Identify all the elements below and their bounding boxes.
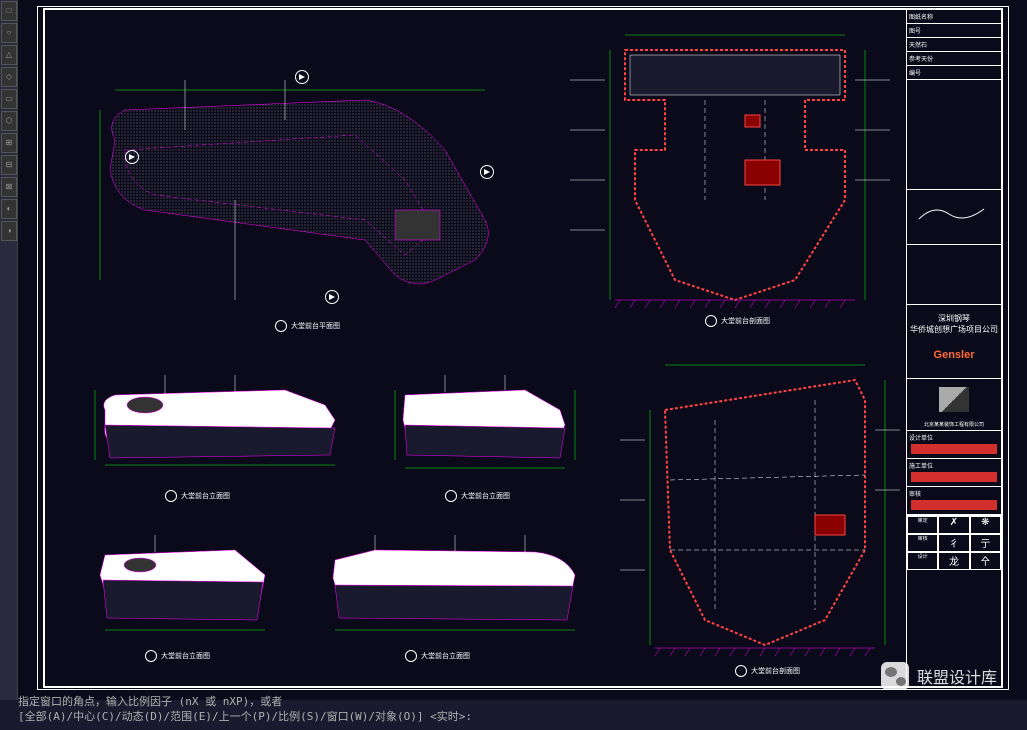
left-toolbar: □ ○ △ ◇ ▭ ⬡ ⊞ ⊟ ⊠ ◐ ◑ bbox=[0, 0, 18, 700]
tool-button[interactable]: ⊠ bbox=[1, 177, 17, 197]
section-marker bbox=[125, 150, 139, 164]
drawing-canvas[interactable]: 大堂前台平面图 bbox=[18, 0, 1027, 700]
tb-row: 编号 bbox=[907, 66, 1001, 80]
tb-row: 天然石 bbox=[907, 38, 1001, 52]
view-title: 大堂前台剖面图 bbox=[735, 665, 800, 677]
elevation-view-4 bbox=[315, 530, 595, 640]
wechat-icon bbox=[881, 662, 909, 690]
elevation-view-2 bbox=[385, 370, 585, 480]
tb-row: 参考天份 bbox=[907, 52, 1001, 66]
section-view-2 bbox=[615, 350, 905, 670]
view-title: 大堂前台立面图 bbox=[445, 490, 510, 502]
company-logo bbox=[907, 379, 1001, 419]
tool-button[interactable]: □ bbox=[1, 1, 17, 21]
tb-row: 图纸名称 bbox=[907, 10, 1001, 24]
tool-button[interactable]: ⬡ bbox=[1, 111, 17, 131]
tool-button[interactable]: △ bbox=[1, 45, 17, 65]
tool-button[interactable]: ◑ bbox=[1, 221, 17, 241]
stamp-grid: 审定 ✗ ❋ 审核 彳 亍 设计 龙 㐃 bbox=[907, 515, 1001, 570]
tb-row: 图号 bbox=[907, 24, 1001, 38]
tool-button[interactable]: ⊞ bbox=[1, 133, 17, 153]
watermark: 联盟设计库 bbox=[881, 662, 997, 690]
tool-button[interactable]: ⊟ bbox=[1, 155, 17, 175]
section-marker bbox=[325, 290, 339, 304]
info-row: 设计单位 bbox=[907, 431, 1001, 459]
view-title: 大堂前台剖面图 bbox=[705, 315, 770, 327]
view-title: 大堂前台立面图 bbox=[405, 650, 470, 662]
tool-button[interactable]: ◇ bbox=[1, 67, 17, 87]
signature-box bbox=[907, 190, 1001, 245]
tool-button[interactable]: ◐ bbox=[1, 199, 17, 219]
plan-view bbox=[85, 80, 515, 310]
drawing-frame: 大堂前台平面图 bbox=[43, 8, 1003, 688]
view-title: 大堂前台立面图 bbox=[145, 650, 210, 662]
tool-button[interactable]: ○ bbox=[1, 23, 17, 43]
view-title: 大堂前台立面图 bbox=[165, 490, 230, 502]
section-marker bbox=[480, 165, 494, 179]
info-row: 施工单位 bbox=[907, 459, 1001, 487]
elevation-view-1 bbox=[85, 370, 355, 480]
section-marker bbox=[295, 70, 309, 84]
section-view-1 bbox=[565, 20, 895, 310]
info-row: 审核 bbox=[907, 487, 1001, 515]
view-title: 大堂前台平面图 bbox=[275, 320, 340, 332]
brand-logo: Gensler bbox=[907, 343, 1001, 367]
project-name: 深圳钢琴 华侨城创想广场项目公司 bbox=[907, 305, 1001, 343]
elevation-view-3 bbox=[85, 530, 285, 640]
drawing-area: 大堂前台平面图 bbox=[45, 10, 908, 686]
command-line[interactable]: 指定窗口的角点，输入比例因子 (nX 或 nXP)，或者 [全部(A)/中心(C… bbox=[18, 695, 472, 724]
contractor: 北京某某装饰工程有限公司 bbox=[907, 419, 1001, 431]
tool-button[interactable]: ▭ bbox=[1, 89, 17, 109]
title-block: 图纸名称 图号 天然石 参考天份 编号 深圳钢琴 华侨城创想广场项目公司 Gen… bbox=[906, 10, 1001, 686]
